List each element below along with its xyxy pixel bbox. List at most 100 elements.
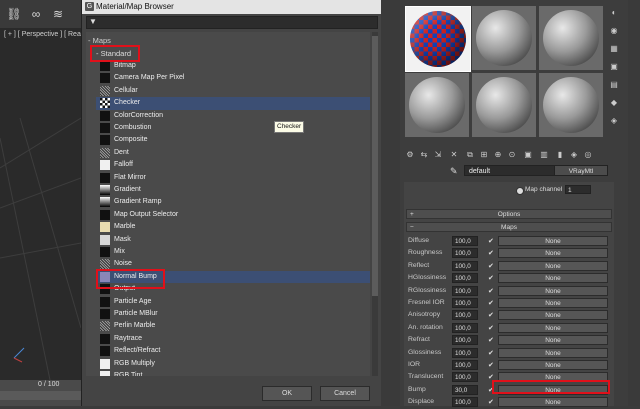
- options-rollout[interactable]: + Options: [406, 209, 612, 219]
- get-material-icon[interactable]: ⚙: [404, 149, 416, 161]
- map-amount-spinner[interactable]: 100,0: [452, 322, 478, 333]
- eyedropper-icon[interactable]: ✎: [450, 166, 460, 176]
- sample-type-icon[interactable]: ◐: [609, 8, 619, 18]
- map-slot-button[interactable]: None: [498, 260, 608, 271]
- map-amount-spinner[interactable]: 100,0: [452, 248, 478, 259]
- map-list-item[interactable]: Map Output Selector: [96, 209, 370, 221]
- map-enable-checkbox[interactable]: ✔: [488, 397, 494, 409]
- map-list-item[interactable]: Reflect/Refract: [96, 345, 370, 357]
- scrollbar-thumb[interactable]: [372, 36, 378, 296]
- put-library-icon[interactable]: ⊕: [492, 149, 504, 161]
- maps-group-header[interactable]: - Maps: [88, 36, 111, 45]
- map-list-item[interactable]: ColorCorrection: [96, 110, 370, 122]
- map-amount-spinner[interactable]: 100,0: [452, 372, 478, 383]
- map-list-item[interactable]: Camera Map Per Pixel: [96, 72, 370, 84]
- map-list-item[interactable]: Dent: [96, 147, 370, 159]
- map-list-item[interactable]: Raytrace: [96, 333, 370, 345]
- map-amount-spinner[interactable]: 100,0: [452, 236, 478, 246]
- map-list-item[interactable]: Perlin Marble: [96, 320, 370, 332]
- go-to-parent-icon[interactable]: ▮: [554, 149, 566, 161]
- map-slot-button[interactable]: None: [498, 310, 608, 321]
- select-by-material-icon[interactable]: ◎: [582, 149, 594, 161]
- map-list[interactable]: - Maps - Standard Bitmap Camera Map Per P…: [86, 32, 370, 376]
- map-list-item[interactable]: Composite: [96, 134, 370, 146]
- map-slot-button[interactable]: None: [498, 273, 608, 284]
- options-icon[interactable]: ◈: [609, 116, 619, 126]
- list-scrollbar[interactable]: [372, 32, 378, 376]
- map-amount-spinner[interactable]: 100,0: [452, 310, 478, 321]
- cancel-button[interactable]: Cancel: [320, 386, 370, 401]
- map-amount-spinner[interactable]: 30,0: [452, 384, 478, 395]
- map-amount-spinner[interactable]: 100,0: [452, 273, 478, 284]
- map-channel-spinner[interactable]: 1: [565, 185, 591, 194]
- video-check-icon[interactable]: ▤: [609, 80, 619, 90]
- map-list-item[interactable]: Gradient: [96, 184, 370, 196]
- reset-icon[interactable]: ✕: [448, 149, 460, 161]
- map-slot-button[interactable]: None: [498, 360, 608, 370]
- map-enable-checkbox[interactable]: ✔: [488, 360, 494, 372]
- perspective-viewport[interactable]: [ + ] [ Perspective ] [ Rea: [0, 28, 81, 380]
- map-slot-button[interactable]: None: [498, 322, 608, 333]
- put-material-icon[interactable]: ⇆: [418, 149, 430, 161]
- map-slot-button[interactable]: None: [498, 335, 608, 346]
- map-enable-checkbox[interactable]: ✔: [488, 335, 494, 347]
- timeline[interactable]: 0 / 100: [0, 380, 81, 406]
- map-slot-button[interactable]: None: [498, 298, 608, 308]
- map-enable-checkbox[interactable]: ✔: [488, 236, 494, 248]
- material-name-field[interactable]: default: [464, 165, 560, 176]
- ok-button[interactable]: OK: [262, 386, 312, 401]
- map-list-item[interactable]: Combustion: [96, 122, 370, 134]
- map-enable-checkbox[interactable]: ✔: [488, 286, 494, 298]
- map-list-item[interactable]: Particle Age: [96, 296, 370, 308]
- material-slot[interactable]: [405, 6, 471, 72]
- map-enable-checkbox[interactable]: ✔: [488, 310, 494, 322]
- map-enable-checkbox[interactable]: ✔: [488, 348, 494, 360]
- map-enable-checkbox[interactable]: ✔: [488, 298, 494, 310]
- map-amount-spinner[interactable]: 100,0: [452, 360, 478, 370]
- material-slot[interactable]: [472, 73, 536, 137]
- dropdown-arrow-icon[interactable]: ▼: [89, 17, 97, 26]
- map-enable-checkbox[interactable]: ✔: [488, 323, 494, 335]
- map-list-item[interactable]: Particle MBlur: [96, 308, 370, 320]
- map-channel-radio[interactable]: [516, 187, 524, 195]
- map-slot-button[interactable]: None: [498, 347, 608, 358]
- maps-rollout[interactable]: − Maps: [406, 222, 612, 232]
- map-list-item[interactable]: Gradient Ramp: [96, 196, 370, 208]
- make-unique-icon[interactable]: ⊞: [478, 149, 490, 161]
- map-amount-spinner[interactable]: 100,0: [452, 285, 478, 296]
- material-slot[interactable]: [539, 73, 603, 137]
- time-slider[interactable]: [0, 391, 81, 400]
- search-field[interactable]: ▼: [86, 16, 378, 29]
- background-icon[interactable]: ▦: [609, 44, 619, 54]
- map-slot-button[interactable]: None: [498, 248, 608, 259]
- map-list-item[interactable]: RGB Tint: [96, 370, 370, 376]
- show-end-result-icon[interactable]: ▥: [538, 149, 550, 161]
- preview-icon[interactable]: ◆: [609, 98, 619, 108]
- material-slot[interactable]: [539, 6, 603, 70]
- effects-channel-icon[interactable]: ⊙: [506, 149, 518, 161]
- map-list-item[interactable]: Mask: [96, 234, 370, 246]
- map-enable-checkbox[interactable]: ✔: [488, 261, 494, 273]
- map-amount-spinner[interactable]: 100,0: [452, 260, 478, 271]
- map-slot-button[interactable]: None: [498, 285, 608, 296]
- backlight-icon[interactable]: ◉: [609, 26, 619, 36]
- map-list-item[interactable]: Flat Mirror: [96, 172, 370, 184]
- show-map-icon[interactable]: ▣: [522, 149, 534, 161]
- map-amount-spinner[interactable]: 100,0: [452, 298, 478, 308]
- material-type-button[interactable]: VRayMtl: [554, 165, 608, 176]
- map-enable-checkbox[interactable]: ✔: [488, 248, 494, 260]
- material-slot[interactable]: [405, 73, 469, 137]
- unlink-icon[interactable]: ∞: [28, 6, 44, 22]
- map-list-item[interactable]: Marble: [96, 221, 370, 233]
- map-slot-button[interactable]: None: [498, 236, 608, 246]
- bind-icon[interactable]: ≋: [50, 6, 66, 22]
- map-list-item[interactable]: Cellular: [96, 85, 370, 97]
- map-list-item[interactable]: Falloff: [96, 159, 370, 171]
- copy-material-icon[interactable]: ⧉: [464, 149, 476, 161]
- link-icon[interactable]: ⛓: [6, 6, 22, 22]
- go-forward-icon[interactable]: ◈: [568, 149, 580, 161]
- material-slot[interactable]: [472, 6, 536, 70]
- assign-material-icon[interactable]: ⇲: [432, 149, 444, 161]
- map-amount-spinner[interactable]: 100,0: [452, 335, 478, 346]
- map-enable-checkbox[interactable]: ✔: [488, 273, 494, 285]
